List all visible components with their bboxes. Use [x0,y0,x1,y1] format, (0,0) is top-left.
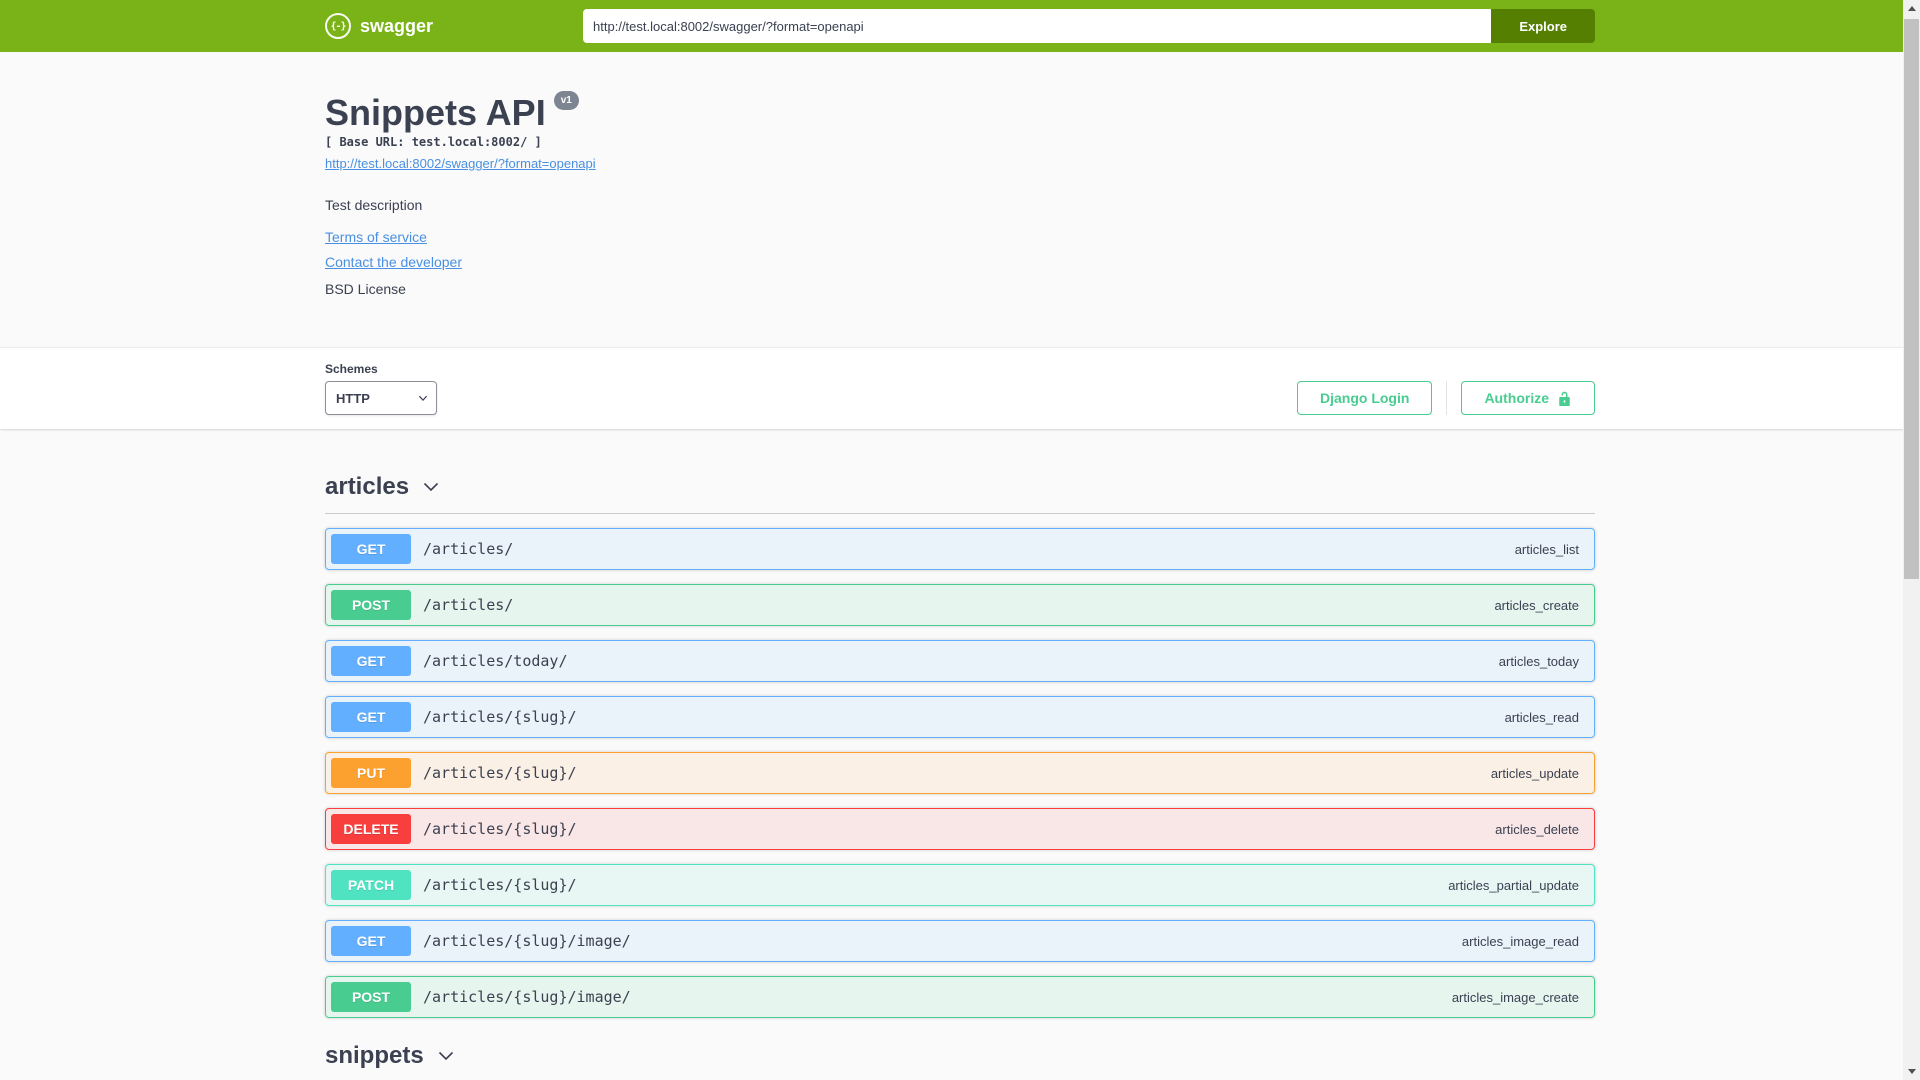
django-login-label: Django Login [1320,390,1410,407]
operation-row[interactable]: POST /articles/{slug}/image/ articles_im… [325,976,1595,1019]
method-badge: GET [331,702,411,733]
operation-row[interactable]: PUT /articles/{slug}/ articles_update [325,752,1595,795]
operation-id: articles_today [1498,653,1579,669]
unlock-icon [1557,391,1572,406]
schemes-label: Schemes [325,362,378,377]
section-title: snippets [325,1042,424,1070]
method-badge: PUT [331,758,411,789]
operation-row[interactable]: GET /articles/ articles_list [325,528,1595,571]
operation-id: articles_delete [1495,821,1579,837]
authorize-button[interactable]: Authorize [1461,381,1595,416]
operation-row[interactable]: GET /articles/{slug}/ articles_read [325,696,1595,739]
section-header[interactable]: snippets [325,1032,1595,1080]
scrollbar-thumb[interactable] [1904,19,1919,579]
django-login-button[interactable]: Django Login [1297,381,1433,416]
operations-section: articles GET /articles/ articles_list PO… [325,463,1595,1019]
swagger-logo-icon: {-} [325,13,351,39]
info-section: Snippets API v1 [ Base URL: test.local:8… [0,52,1920,347]
method-badge: POST [331,590,411,621]
license-text: BSD License [325,281,406,298]
brand-name: swagger [360,15,434,36]
method-badge: GET [331,534,411,565]
explore-button[interactable]: Explore [1491,9,1595,43]
operation-id: articles_read [1504,709,1579,725]
scheme-select[interactable]: HTTP [325,381,437,416]
operation-row[interactable]: GET /articles/{slug}/image/ articles_ima… [325,920,1595,963]
scheme-container: Schemes HTTP Django Login Authorize [0,347,1920,430]
section-header[interactable]: articles [325,463,1595,515]
method-badge: GET [331,926,411,957]
api-description: Test description [325,197,423,214]
auth-wrapper: Django Login Authorize [1297,381,1595,416]
scrollbar-down-arrow[interactable] [1903,1063,1920,1080]
operation-id: articles_partial_update [1448,877,1579,893]
terms-of-service-link[interactable]: Terms of service [325,229,427,245]
divider [1446,381,1448,416]
swagger-logo[interactable]: {-} swagger [325,13,433,39]
operation-path: /articles/{slug}/image/ [423,988,631,1007]
chevron-down-icon [421,477,441,497]
operation-row[interactable]: POST /articles/ articles_create [325,584,1595,627]
operation-row[interactable]: DELETE /articles/{slug}/ articles_delete [325,808,1595,851]
api-title: Snippets API v1 [325,90,1595,133]
operation-list: GET /articles/ articles_list POST /artic… [325,514,1595,1019]
operation-id: articles_image_create [1451,989,1579,1005]
operations: articles GET /articles/ articles_list PO… [305,429,1615,1080]
operation-row[interactable]: GET /articles/today/ articles_today [325,640,1595,683]
scrollbar-up-arrow[interactable] [1903,0,1920,17]
chevron-down-icon [436,1046,456,1066]
operation-path: /articles/{slug}/ [423,876,577,895]
operation-path: /articles/ [423,596,514,615]
info-links: Terms of service Contact the developer [325,229,1595,270]
operation-id: articles_image_read [1461,933,1579,949]
operation-path: /articles/today/ [423,652,568,671]
operations-section: snippets GET /snippets/ snippets_list [325,1032,1595,1080]
section-title: articles [325,473,410,501]
method-badge: POST [331,982,411,1013]
operation-path: /articles/{slug}/image/ [423,932,631,951]
spec-url-input[interactable] [583,9,1492,43]
operation-row[interactable]: PATCH /articles/{slug}/ articles_partial… [325,864,1595,907]
topbar: {-} swagger Explore [0,0,1920,52]
method-badge: GET [331,646,411,677]
operation-id: articles_create [1494,597,1579,613]
version-badge: v1 [553,90,579,111]
operation-path: /articles/{slug}/ [423,764,577,783]
method-badge: DELETE [331,814,411,845]
operation-id: articles_update [1490,765,1579,781]
schemes-block: Schemes HTTP [325,362,437,416]
operation-path: /articles/{slug}/ [423,708,577,727]
operation-path: /articles/{slug}/ [423,820,577,839]
operation-path: /articles/ [423,540,514,559]
authorize-label: Authorize [1484,390,1549,407]
api-title-text: Snippets API [325,92,546,133]
operation-id: articles_list [1514,541,1579,557]
spec-link[interactable]: http://test.local:8002/swagger/?format=o… [325,156,596,171]
spec-url-form: Explore [583,9,1595,43]
base-url: [ Base URL: test.local:8002/ ] [325,135,542,150]
triangle-up-icon [1907,6,1916,11]
method-badge: PATCH [331,870,411,901]
contact-developer-link[interactable]: Contact the developer [325,254,462,270]
scrollbar-track[interactable] [1903,0,1920,1080]
triangle-down-icon [1907,1069,1916,1074]
